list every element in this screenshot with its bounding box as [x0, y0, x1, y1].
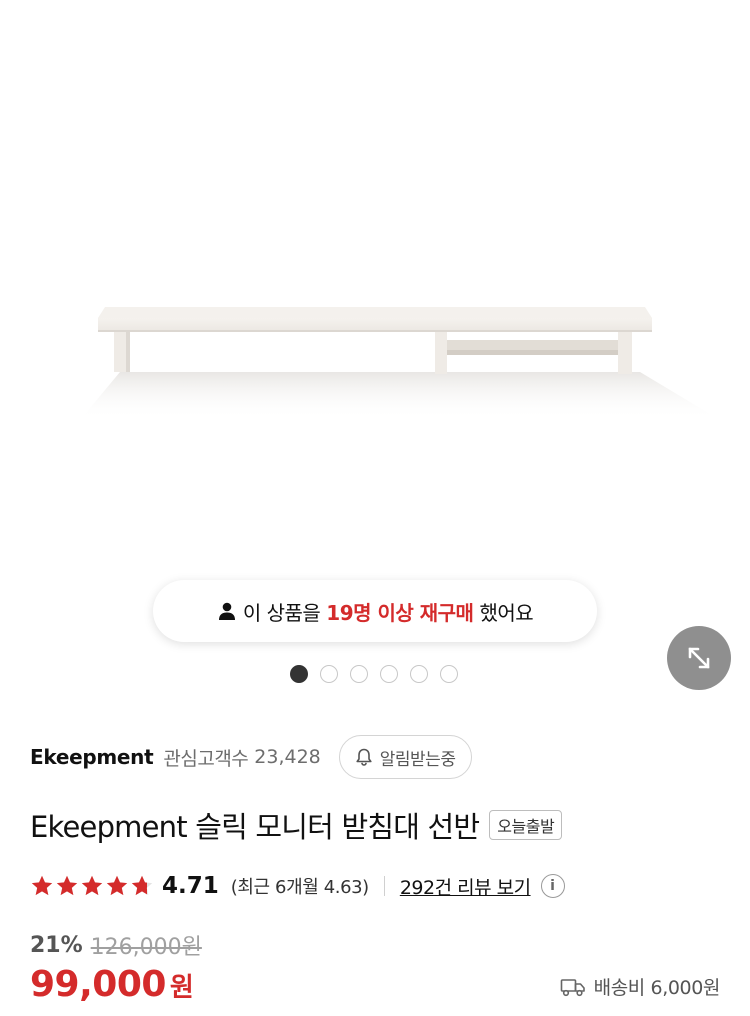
divider [383, 876, 385, 896]
discount-rate: 21% [30, 932, 83, 958]
original-price: 126,000원 [90, 935, 202, 960]
star-icon [56, 875, 78, 896]
brand-row: Ekeepment 관심고객수 23,428 알림받는중 [30, 735, 473, 779]
star-icon [31, 875, 53, 896]
sale-price-row: 99,000 원 [30, 964, 194, 1005]
carousel-dot[interactable] [290, 665, 308, 683]
star-icon [131, 875, 153, 896]
carousel-dot[interactable] [410, 665, 428, 683]
discount-row: 21% 126,000원 [30, 929, 202, 961]
star-icon [81, 875, 103, 896]
banner-prefix: 이 상품을 [242, 600, 321, 625]
carousel-dot[interactable] [350, 665, 368, 683]
recent-rating: (최근 6개월 4.63) [230, 877, 369, 898]
product-image [80, 307, 720, 420]
banner-suffix: 했어요 [479, 600, 534, 625]
expand-arrows-icon [688, 647, 710, 669]
product-title-row: Ekeepment 슬릭 모니터 받침대 선반 오늘출발 [30, 804, 563, 846]
brand-name[interactable]: Ekeepment [30, 745, 154, 769]
shipping-label: 배송비 6,000원 [593, 977, 721, 999]
alarm-subscribe-button[interactable]: 알림받는중 [338, 735, 473, 779]
carousel-indicators [290, 665, 458, 683]
review-link[interactable]: 292건 리뷰 보기 [400, 873, 531, 900]
carousel-dot[interactable] [380, 665, 398, 683]
info-icon[interactable]: i [540, 874, 565, 898]
sale-price: 99,000 [30, 964, 166, 1005]
product-title: Ekeepment 슬릭 모니터 받침대 선반 [30, 810, 480, 844]
repurchase-banner: 이 상품을 19명 이상 재구매 했어요 [153, 580, 597, 642]
watch-count-label: 관심고객수 [163, 747, 249, 770]
star-rating [30, 874, 154, 898]
currency-unit: 원 [169, 973, 194, 1003]
shipping-fee: 배송비 6,000원 [560, 973, 720, 1000]
banner-highlight: 19명 이상 재구매 [326, 600, 474, 625]
truck-icon [560, 978, 585, 996]
alarm-label: 알림받는중 [379, 749, 456, 770]
carousel-dot[interactable] [320, 665, 338, 683]
rating-score: 4.71 [162, 873, 219, 899]
bell-icon [356, 748, 372, 766]
person-icon [218, 602, 235, 620]
star-icon [106, 875, 128, 896]
expand-image-button[interactable] [667, 626, 731, 690]
watch-count: 23,428 [254, 746, 321, 768]
same-day-shipping-badge: 오늘출발 [489, 810, 563, 840]
carousel-dot[interactable] [440, 665, 458, 683]
rating-row: 4.71 (최근 6개월 4.63) 292건 리뷰 보기 i [30, 868, 565, 904]
